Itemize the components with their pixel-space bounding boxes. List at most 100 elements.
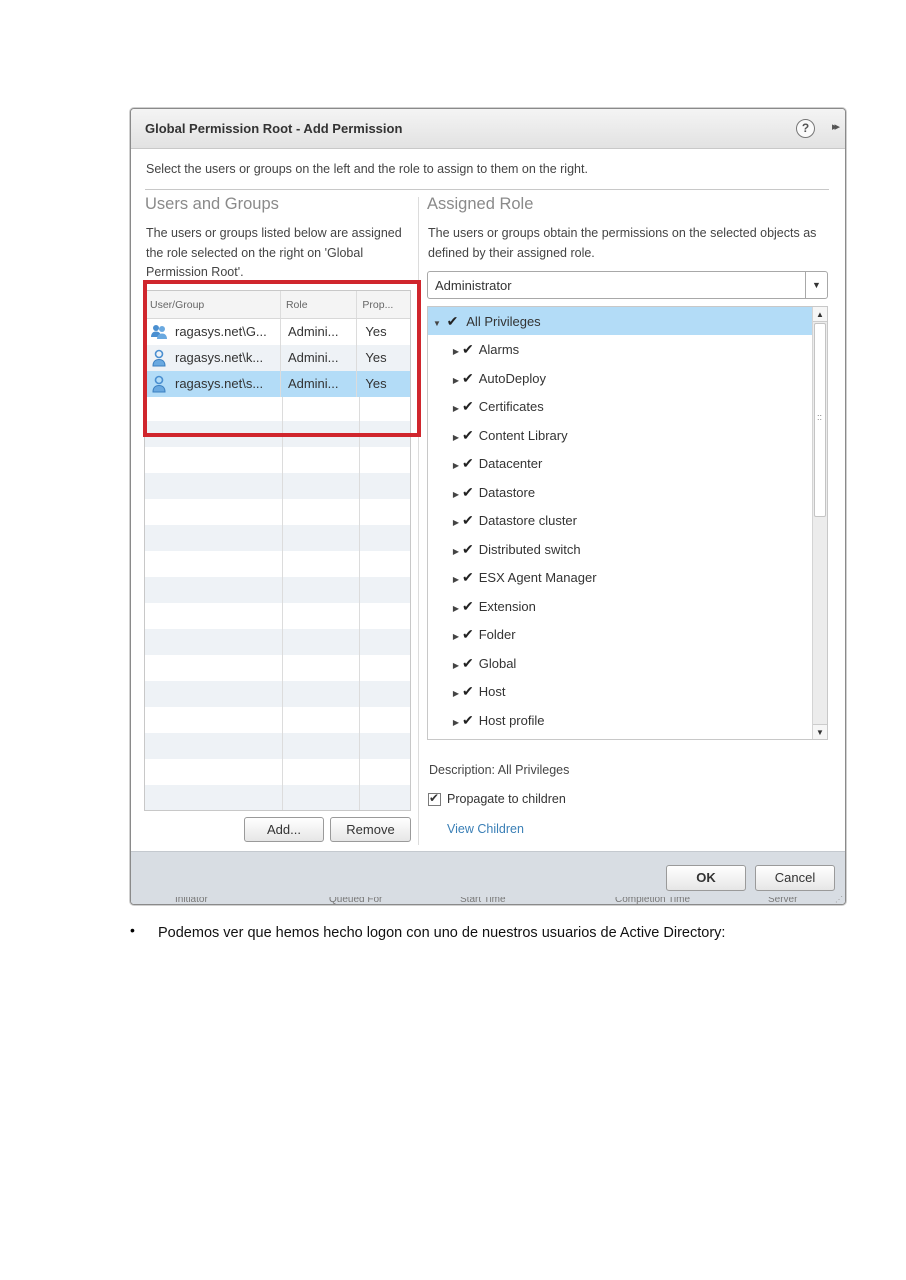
- expand-down-icon[interactable]: ▼: [431, 310, 443, 338]
- user-name: ragasys.net\k...: [175, 350, 264, 365]
- users-groups-description: The users or groups listed below are ass…: [146, 226, 402, 279]
- expand-right-icon[interactable]: ▶: [450, 395, 462, 423]
- group-icon: [151, 325, 167, 339]
- propagate-checkbox-row[interactable]: ✔ Propagate to children: [428, 791, 566, 806]
- user-icon: [152, 375, 166, 393]
- add-button[interactable]: Add...: [244, 817, 324, 842]
- check-icon: ✔: [462, 626, 474, 642]
- expand-right-icon[interactable]: ▶: [450, 623, 462, 651]
- tree-item-label: ESX Agent Manager: [478, 570, 597, 585]
- propagate-cell: Yes: [365, 324, 387, 339]
- expand-right-icon[interactable]: ▶: [450, 652, 462, 680]
- tree-item-alarms[interactable]: ▶ ✔ Alarms: [428, 335, 813, 363]
- tree-item-label: Datacenter: [478, 456, 543, 471]
- role-dropdown-value: Administrator: [435, 278, 512, 293]
- tree-item-host[interactable]: ▶ ✔ Host: [428, 677, 813, 705]
- scroll-thumb[interactable]: ::: [814, 323, 826, 517]
- users-groups-heading: Users and Groups: [145, 195, 279, 213]
- column-divider: [418, 197, 419, 845]
- check-icon: ✔: [462, 341, 474, 357]
- tree-item-content-library[interactable]: ▶ ✔ Content Library: [428, 421, 813, 449]
- expand-right-icon[interactable]: ▶: [450, 424, 462, 452]
- column-header-user-group[interactable]: User/Group: [145, 291, 281, 318]
- tree-scrollbar[interactable]: ▲ :: ▼: [812, 307, 827, 739]
- tree-item-label: Global: [478, 655, 517, 671]
- expand-right-icon[interactable]: ▶: [450, 481, 462, 509]
- chevron-down-icon[interactable]: ▼: [805, 272, 827, 298]
- tree-item-folder[interactable]: ▶ ✔ Folder: [428, 620, 813, 648]
- role-cell: Admini...: [281, 319, 358, 345]
- check-icon: ✔: [462, 455, 474, 471]
- tree-item-label: Datastore: [478, 484, 536, 500]
- check-icon: ✔: [462, 683, 474, 699]
- column-header-propagate[interactable]: Prop...: [357, 291, 410, 318]
- dialog-footer: Initiator Queued For Start Time Completi…: [131, 851, 845, 905]
- table-row[interactable]: ragasys.net\G... Admini... Yes: [145, 319, 410, 345]
- cancel-button[interactable]: Cancel: [755, 865, 835, 891]
- tree-item-label: Folder: [478, 627, 516, 642]
- expand-right-icon[interactable]: ▶: [450, 338, 462, 366]
- description-label: Description:: [429, 763, 495, 777]
- scroll-up-icon[interactable]: ▲: [813, 307, 827, 322]
- users-groups-table: User/Group Role Prop... ragasys.net\G...…: [144, 290, 411, 811]
- role-cell: Admini...: [281, 345, 358, 371]
- expand-icon[interactable]: ▸▸: [832, 120, 840, 133]
- tree-item-datastore[interactable]: ▶ ✔ Datastore: [428, 478, 813, 506]
- tree-item-host-profile[interactable]: ▶ ✔ Host profile: [428, 706, 813, 734]
- divider: [145, 189, 829, 190]
- check-icon: ✔: [462, 426, 474, 443]
- role-dropdown[interactable]: Administrator ▼: [427, 271, 828, 299]
- user-name: ragasys.net\s...: [175, 376, 264, 391]
- check-icon: ✔: [462, 711, 474, 728]
- user-group-cell: ragasys.net\s...: [145, 371, 281, 397]
- document-paragraph: Podemos ver que hemos hecho logon con un…: [158, 925, 726, 941]
- background-header: Completion Time: [615, 897, 691, 905]
- propagate-label: Propagate to children: [447, 792, 566, 806]
- user-icon: [152, 349, 166, 367]
- expand-right-icon[interactable]: ▶: [450, 509, 462, 537]
- check-icon: ✔: [462, 483, 474, 500]
- tree-item-esx-agent-manager[interactable]: ▶ ✔ ESX Agent Manager: [428, 563, 813, 591]
- tree-item-label: Content Library: [478, 427, 568, 443]
- background-header: Initiator: [175, 897, 208, 905]
- view-children-link[interactable]: View Children: [447, 822, 524, 836]
- check-icon: ✔: [462, 398, 474, 414]
- tree-item-extension[interactable]: ▶ ✔ Extension: [428, 592, 813, 620]
- expand-right-icon[interactable]: ▶: [450, 595, 462, 623]
- scroll-down-icon[interactable]: ▼: [813, 724, 827, 739]
- table-row[interactable]: ragasys.net\s... Admini... Yes: [145, 371, 410, 397]
- expand-right-icon[interactable]: ▶: [450, 566, 462, 594]
- propagate-checkbox[interactable]: ✔: [428, 791, 441, 806]
- check-icon: ✔: [462, 597, 474, 614]
- expand-right-icon[interactable]: ▶: [450, 680, 462, 708]
- privileges-tree: ▼ ✔ All Privileges ▶ ✔ Alarms ▶ ✔ AutoDeploy ▶…: [427, 306, 828, 740]
- tree-item-datastore-cluster[interactable]: ▶ ✔ Datastore cluster: [428, 506, 813, 534]
- expand-right-icon[interactable]: ▶: [450, 367, 462, 395]
- resize-grip-icon[interactable]: ⋰: [835, 895, 843, 904]
- expand-right-icon[interactable]: ▶: [450, 452, 462, 480]
- expand-right-icon[interactable]: ▶: [450, 538, 462, 566]
- remove-button[interactable]: Remove: [330, 817, 411, 842]
- user-name: ragasys.net\G...: [175, 324, 267, 339]
- role-cell: Admini...: [281, 371, 358, 397]
- add-permission-dialog: Global Permission Root - Add Permission …: [130, 108, 846, 905]
- check-icon: ✔: [462, 369, 474, 386]
- ok-button[interactable]: OK: [666, 865, 746, 891]
- expand-right-icon[interactable]: ▶: [450, 709, 462, 737]
- tree-item-all-privileges[interactable]: ▼ ✔ All Privileges: [428, 307, 813, 335]
- tree-item-distributed-switch[interactable]: ▶ ✔ Distributed switch: [428, 535, 813, 563]
- tree-item-certificates[interactable]: ▶ ✔ Certificates: [428, 392, 813, 420]
- column-header-role[interactable]: Role: [281, 291, 358, 318]
- table-row[interactable]: ragasys.net\k... Admini... Yes: [145, 345, 410, 371]
- propagate-cell: Yes: [365, 350, 387, 365]
- instructions-text: Select the users or groups on the left a…: [146, 162, 588, 176]
- tree-item-global[interactable]: ▶ ✔ Global: [428, 649, 813, 677]
- help-icon[interactable]: ?: [796, 119, 815, 138]
- tree-item-autodeploy[interactable]: ▶ ✔ AutoDeploy: [428, 364, 813, 392]
- description-value: All Privileges: [497, 763, 570, 777]
- background-header: Server: [768, 897, 798, 905]
- tree-item-label: Distributed switch: [478, 541, 581, 557]
- tree-item-datacenter[interactable]: ▶ ✔ Datacenter: [428, 449, 813, 477]
- bullet-icon: •: [130, 922, 135, 938]
- check-icon: ✔: [462, 512, 474, 528]
